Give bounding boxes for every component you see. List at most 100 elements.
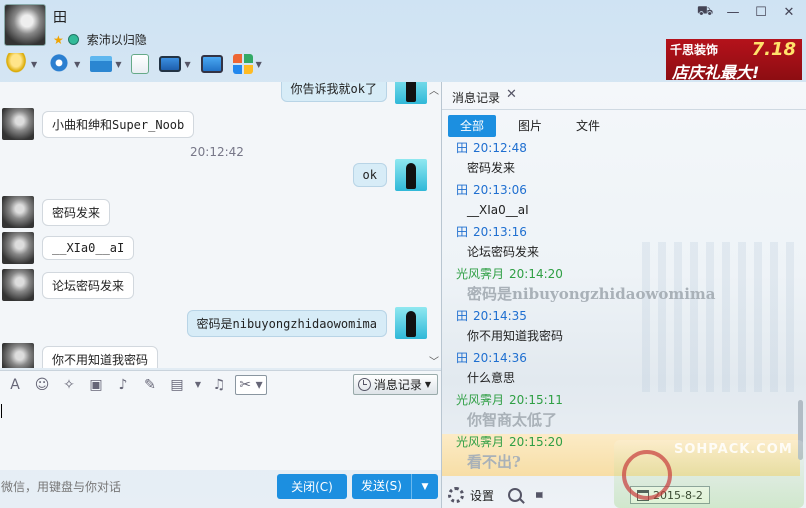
contact-avatar[interactable] [4, 4, 46, 46]
magic-wand-icon[interactable]: ✧ [58, 375, 80, 395]
voice-message-icon[interactable]: ♪ [112, 375, 134, 395]
chevron-down-icon[interactable]: ▼ [115, 60, 121, 69]
apps-button[interactable]: ▼ [231, 51, 264, 77]
chevron-down-icon: ▼ [424, 380, 431, 389]
send-button-label: 发送(S) [352, 474, 412, 499]
maximize-button[interactable]: ☐ [752, 4, 770, 20]
contact-avatar[interactable] [2, 196, 34, 228]
contact-avatar[interactable] [2, 269, 34, 301]
screen-icon [159, 56, 182, 72]
screenshot-icon[interactable]: ✂ ▾ [235, 374, 267, 395]
chat-messages[interactable]: 你告诉我就ok了 小曲和绅和Super_Noob 20:12:42 ok 密码发… [0, 82, 441, 368]
document-icon [131, 54, 150, 74]
message-bubble[interactable]: 论坛密码发来 [42, 271, 135, 299]
settings-label[interactable]: 设置 [470, 487, 494, 504]
online-status-icon[interactable] [67, 34, 79, 45]
message-time: 20:14:35 [473, 308, 527, 323]
emoji-icon[interactable]: ☺ [31, 375, 53, 395]
history-list[interactable]: 田 20:12:48 密码发来 田 20:13:06 __XIa0__aI 田 … [442, 140, 800, 476]
contact-avatar[interactable] [2, 232, 34, 264]
message-time: 20:12:48 [473, 140, 527, 155]
contact-name[interactable]: 田 [53, 7, 67, 27]
history-entry-text: 论坛密码发来 [467, 245, 540, 259]
ad-banner[interactable]: 千思装饰 7.18 店庆礼最大! [666, 39, 802, 80]
history-entry-header: 田 20:14:35 [442, 308, 800, 324]
sender-name: 田 [456, 183, 469, 197]
chevron-down-icon[interactable]: ▼ [31, 60, 37, 69]
input-toolbar: A ☺ ✧ ▣ ♪ ✎ ▤ ▼ ♫ ✂ ▾ 消息记录 ▼ [0, 370, 441, 398]
edit-icon[interactable]: ✎ [139, 375, 161, 395]
chevron-down-icon[interactable]: ▼ [193, 375, 203, 395]
image-icon[interactable]: ▤ [166, 375, 188, 395]
remote-desktop-button[interactable]: ▼ [157, 51, 192, 77]
my-avatar[interactable] [395, 159, 427, 191]
history-entry-header: 田 20:14:36 [442, 350, 800, 366]
contact-signature: 索沛以归隐 [86, 33, 147, 47]
gear-icon[interactable] [448, 487, 464, 503]
message-bubble[interactable]: 你不用知道我密码 [42, 345, 159, 368]
filter-files[interactable]: 文件 [564, 115, 612, 137]
chevron-down-icon[interactable]: ▼ [184, 60, 190, 69]
close-window-button[interactable]: ✕ [780, 4, 798, 20]
sender-name: 田 [456, 225, 469, 239]
scroll-up-icon[interactable]: ︿ [429, 82, 439, 97]
message-row: ok [345, 159, 427, 191]
star-icon[interactable]: ★ [53, 33, 64, 47]
chevron-down-icon[interactable]: ▼ [256, 60, 262, 69]
history-entry: 田 20:13:16 论坛密码发来 [442, 224, 800, 266]
shake-icon[interactable]: ▣ [85, 375, 107, 395]
history-entry: 光风霁月 20:15:11 你智商太低了 [442, 392, 800, 434]
message-bubble[interactable]: 你告诉我就ok了 [280, 82, 387, 102]
window-controls: ⛟ — ☐ ✕ [696, 4, 798, 20]
message-row: 论坛密码发来 [2, 269, 142, 301]
send-options-chevron-icon[interactable]: ▼ [412, 482, 438, 492]
folder-icon [90, 56, 113, 72]
message-time: 20:14:36 [473, 350, 527, 365]
watermark-logo [622, 450, 672, 500]
my-avatar[interactable] [395, 307, 427, 339]
filter-images[interactable]: 图片 [506, 115, 554, 137]
message-row: 你告诉我就ok了 [273, 82, 427, 104]
message-row: 密码是nibuyongzhidaowomima [179, 307, 427, 339]
send-file-button[interactable]: ▼ [88, 51, 123, 77]
message-bubble[interactable]: __XIa0__aI [42, 236, 135, 260]
message-bubble[interactable]: 小曲和绅和Super_Noob [42, 110, 195, 138]
my-avatar[interactable] [395, 82, 427, 104]
minimize-button[interactable]: — [724, 4, 742, 20]
voice-call-button[interactable]: ▼ [2, 51, 39, 77]
camera-icon [47, 53, 72, 75]
contact-avatar[interactable] [2, 343, 34, 368]
message-row: 你不用知道我密码 [2, 343, 166, 368]
message-bubble[interactable]: ok [352, 163, 387, 187]
filter-all[interactable]: 全部 [448, 115, 497, 137]
music-icon[interactable]: ♫ [208, 375, 230, 395]
contact-avatar[interactable] [2, 108, 34, 140]
message-bubble[interactable]: 密码发来 [42, 198, 111, 226]
message-time: 20:14:20 [509, 266, 563, 281]
close-icon[interactable]: ✕ [506, 87, 517, 102]
video-call-button[interactable]: ▼ [45, 51, 82, 77]
message-bubble[interactable]: 密码是nibuyongzhidaowomima [186, 309, 387, 337]
clock-icon [357, 378, 371, 391]
speaker-icon[interactable] [536, 488, 548, 502]
site-watermark: SOHPACK.COM [614, 440, 804, 508]
scroll-down-icon[interactable]: ﹀ [429, 353, 439, 368]
message-history-button[interactable]: 消息记录 ▼ [352, 374, 438, 395]
send-button[interactable]: 发送(S) ▼ [352, 474, 438, 499]
message-row: 小曲和绅和Super_Noob [2, 108, 202, 140]
search-icon[interactable] [508, 488, 523, 502]
history-tab-title[interactable]: 消息记录 [452, 89, 500, 106]
history-tab-bar: 消息记录 ✕ [442, 82, 806, 110]
close-chat-button[interactable]: 关闭(C) [277, 474, 347, 499]
chat-header: 田 ★ 索沛以归隐 ⛟ — ☐ ✕ ▼ ▼ ▼ ▼ ▼ 千思装饰 7.18 店庆… [0, 0, 806, 82]
share-screen-button[interactable] [199, 51, 225, 77]
skin-icon[interactable]: ⛟ [696, 4, 714, 20]
text-caret [1, 404, 2, 418]
sender-name: 田 [456, 351, 469, 365]
create-doc-button[interactable] [129, 51, 151, 77]
font-icon[interactable]: A [4, 375, 26, 395]
message-input[interactable] [0, 398, 441, 470]
chevron-down-icon[interactable]: ▼ [74, 60, 80, 69]
message-time: 20:13:16 [473, 224, 527, 239]
time-divider: 20:12:42 [190, 145, 244, 159]
